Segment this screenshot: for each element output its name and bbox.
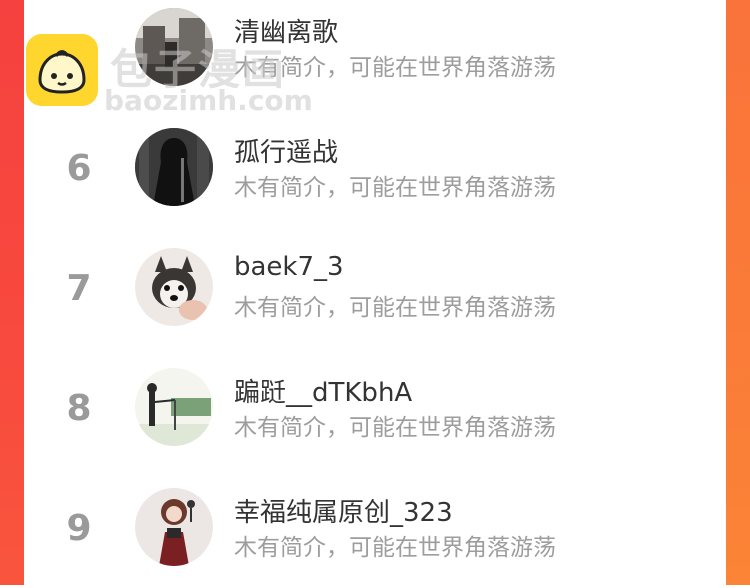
- right-gradient-border: [726, 0, 750, 585]
- user-description: 木有简介，可能在世界角落游荡: [234, 535, 556, 561]
- user-name[interactable]: 孤行遥战: [234, 132, 338, 169]
- avatar[interactable]: [135, 128, 213, 206]
- left-gradient-border: [0, 0, 24, 585]
- avatar[interactable]: [135, 488, 213, 566]
- bun-mascot-icon: [26, 34, 98, 106]
- avatar[interactable]: [135, 368, 213, 446]
- user-name[interactable]: baek7_3: [234, 252, 344, 282]
- rank-number: 6: [66, 148, 92, 189]
- list-item[interactable]: 6 孤行遥战 木有简介，可能在世界角落游荡: [24, 108, 726, 228]
- user-name[interactable]: 蹁跹__dTKbhA: [234, 372, 412, 409]
- watermark-url: baozimh.com: [104, 84, 313, 117]
- list-item[interactable]: 7 baek7_3 木有简介，可能在世界角落游荡: [24, 228, 726, 348]
- avatar[interactable]: [135, 248, 213, 326]
- user-description: 木有简介，可能在世界角落游荡: [234, 295, 556, 321]
- user-name[interactable]: 幸福纯属原创_323: [234, 492, 453, 529]
- rank-number: 8: [66, 388, 92, 429]
- user-description: 木有简介，可能在世界角落游荡: [234, 415, 556, 441]
- rank-number: 9: [66, 508, 92, 549]
- list-item[interactable]: 9 幸福纯属原创_323 木有简介，可能在世界角落游荡: [24, 468, 726, 588]
- list-item[interactable]: 8 蹁跹__dTKbhA 木有简介，可能在世界角落游荡: [24, 348, 726, 468]
- rank-number: 7: [66, 268, 92, 309]
- user-description: 木有简介，可能在世界角落游荡: [234, 175, 556, 201]
